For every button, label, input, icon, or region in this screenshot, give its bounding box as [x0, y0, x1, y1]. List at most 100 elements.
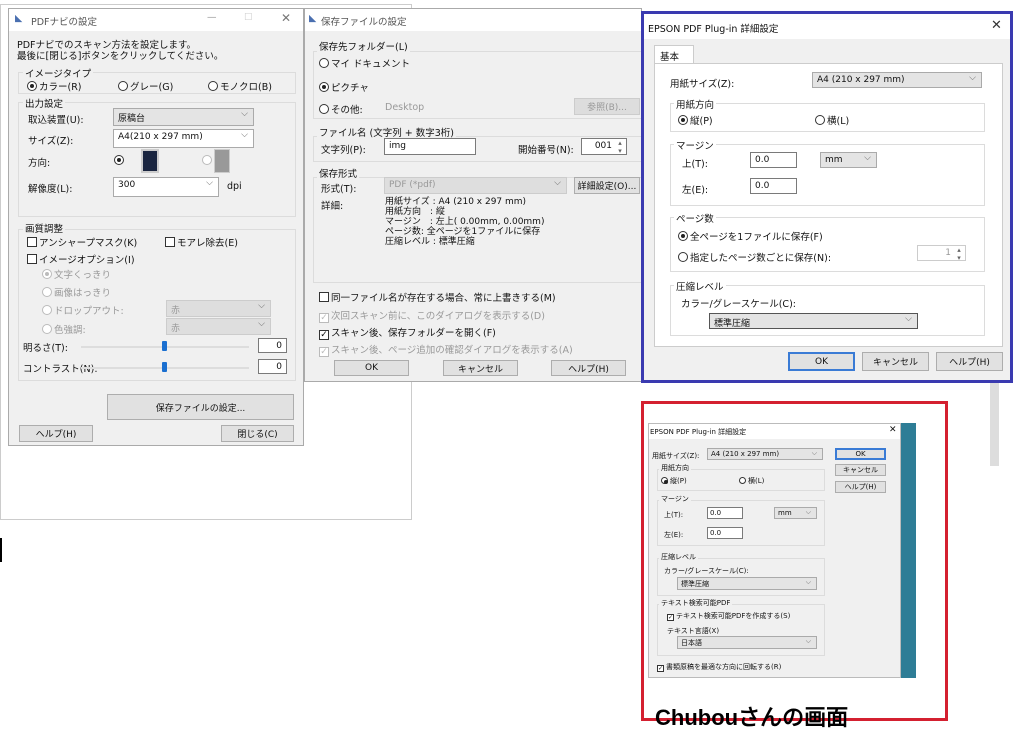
app-icon: ◣ [15, 13, 23, 24]
per-pages-stepper[interactable]: 1 [917, 245, 966, 262]
radio-dropout[interactable]: ドロップアウト: [42, 303, 124, 317]
radio-icon [42, 287, 52, 297]
unit-select[interactable]: mm [820, 152, 877, 168]
checkbox-icon [27, 254, 37, 264]
brightness-input[interactable]: 0 [258, 338, 287, 353]
save-file-settings-button[interactable]: 保存ファイルの設定... [107, 394, 294, 420]
size-select[interactable]: A4(210 x 297 mm) [113, 129, 254, 148]
left-margin-input[interactable]: 0.0 [750, 178, 797, 194]
close-icon[interactable]: ✕ [991, 18, 1002, 33]
radio-color[interactable]: カラー(R) [27, 79, 82, 93]
checkbox-image-option[interactable]: イメージオプション(I) [27, 252, 135, 266]
radio-landscape[interactable]: 横(L) [739, 476, 764, 486]
ok-button[interactable]: OK [334, 360, 409, 376]
cancel-button[interactable]: キャンセル [443, 360, 518, 376]
left-margin-input[interactable]: 0.0 [707, 527, 743, 539]
cancel-button[interactable]: キャンセル [862, 352, 929, 371]
top-label: 上(T): [664, 511, 684, 519]
enhance-color-select[interactable]: 赤 [166, 318, 271, 335]
radio-color-enhance[interactable]: 色強調: [42, 322, 86, 336]
radio-icon [678, 231, 688, 241]
chubou-plugin-dialog: EPSON PDF Plug-in 詳細設定 ✕ 用紙サイズ(Z): A4 (2… [648, 423, 901, 678]
checkbox-icon [27, 237, 37, 247]
radio-portrait[interactable]: 縦(P) [661, 476, 687, 486]
radio-image-sharp[interactable]: 画像はっきり [42, 285, 111, 299]
paper-select[interactable]: A4 (210 x 297 mm) [812, 72, 982, 88]
ok-button[interactable]: OK [788, 352, 855, 371]
title-bar: ◣ 保存ファイルの設定 [305, 9, 641, 31]
lang-label: テキスト言語(X) [667, 627, 720, 635]
dialog-title: 保存ファイルの設定 [321, 17, 407, 28]
checkbox-show-next[interactable]: ✓ 次回スキャン前に、このダイアログを表示する(D) [319, 308, 545, 323]
checkbox-unsharp[interactable]: アンシャープマスク(K) [27, 235, 137, 249]
tab-basic[interactable]: 基本 [654, 45, 694, 64]
prefix-label: 文字列(P): [321, 145, 366, 156]
detail-settings-button[interactable]: 詳細設定(O)... [574, 177, 640, 194]
radio-gray[interactable]: グレー(G) [118, 79, 173, 93]
lang-select[interactable]: 日本語 [677, 636, 817, 649]
radio-all-pages[interactable]: 全ページを1ファイルに保存(F) [678, 229, 823, 243]
start-number-stepper[interactable]: 001 [581, 138, 627, 155]
radio-my-documents[interactable]: マイ ドキュメント [319, 56, 410, 70]
help-button[interactable]: ヘルプ(H) [19, 425, 93, 442]
source-select[interactable]: 原稿台 [113, 108, 254, 126]
compress-select[interactable]: 標準圧縮 [709, 313, 918, 329]
dropout-color-select[interactable]: 赤 [166, 300, 271, 317]
close-icon[interactable]: ✕ [889, 425, 897, 435]
help-button[interactable]: ヘルプ(H) [835, 481, 886, 493]
checkbox-icon [319, 292, 329, 302]
label: 画像はっきり [54, 288, 112, 299]
radio-icon [678, 115, 688, 125]
radio-per-pages[interactable]: 指定したページ数ごとに保存(N): [678, 250, 831, 264]
help-button[interactable]: ヘルプ(H) [936, 352, 1003, 371]
prefix-input[interactable]: img [384, 138, 476, 155]
unit-select[interactable]: mm [774, 507, 817, 519]
radio-text-sharp[interactable]: 文字くっきり [42, 267, 111, 281]
paper-select[interactable]: A4 (210 x 297 mm) [707, 448, 823, 460]
brightness-label: 明るさ(T): [23, 343, 68, 354]
brightness-thumb[interactable] [162, 341, 167, 351]
cancel-button[interactable]: キャンセル [835, 464, 886, 476]
checkbox-ocr[interactable]: ✓ テキスト検索可能PDFを作成する(S) [667, 611, 790, 621]
label: 横(L) [748, 477, 765, 485]
radio-other[interactable]: その他: [319, 102, 363, 116]
radio-landscape[interactable]: 横(L) [815, 113, 849, 127]
color-label: カラー/グレースケール(C): [664, 567, 749, 575]
radio-icon [118, 81, 128, 91]
help-button[interactable]: ヘルプ(H) [551, 360, 626, 376]
minimize-icon[interactable]: — [207, 12, 217, 23]
radio-mono[interactable]: モノクロ(B) [208, 79, 272, 93]
radio-icon [739, 477, 746, 484]
scrollbar[interactable] [990, 382, 999, 466]
checkbox-rotate[interactable]: ✓ 書類原稿を最適な方向に回転する(R) [657, 662, 781, 672]
contrast-thumb[interactable] [162, 362, 167, 372]
compress-select[interactable]: 標準圧縮 [677, 577, 817, 590]
ok-button[interactable]: OK [835, 448, 886, 460]
tab-panel: 用紙サイズ(Z): A4 (210 x 297 mm) 用紙方向 縦(P) 横(… [654, 63, 1003, 347]
maximize-icon[interactable]: ☐ [244, 12, 253, 23]
dialog-title: PDFナビの設定 [31, 17, 98, 28]
label: スキャン後、保存フォルダーを開く(F) [331, 328, 496, 339]
close-button[interactable]: 閉じる(C) [221, 425, 294, 442]
checkbox-overwrite[interactable]: 同一ファイル名が存在する場合、常に上書きする(M) [319, 290, 556, 304]
resolution-select[interactable]: 300 [113, 177, 219, 197]
browse-button[interactable]: 参照(B)... [574, 98, 640, 115]
radio-portrait[interactable] [114, 155, 124, 165]
close-icon[interactable]: ✕ [281, 11, 291, 25]
group-label: ファイル名 (文字列 + 数字3桁) [317, 125, 456, 139]
radio-portrait[interactable]: 縦(P) [678, 113, 713, 127]
radio-icon [42, 324, 52, 334]
format-select[interactable]: PDF (*pdf) [384, 177, 567, 194]
top-margin-input[interactable]: 0.0 [750, 152, 797, 168]
checkbox-confirm-add[interactable]: ✓ スキャン後、ページ追加の確認ダイアログを表示する(A) [319, 342, 573, 357]
label: ドロップアウト: [54, 306, 124, 317]
radio-landscape[interactable] [202, 155, 213, 165]
top-margin-input[interactable]: 0.0 [707, 507, 743, 519]
checkbox-icon: ✓ [319, 330, 329, 340]
radio-pictures[interactable]: ピクチャ [319, 80, 369, 94]
checkbox-moire[interactable]: モアレ除去(E) [165, 235, 238, 249]
background-window [900, 423, 916, 678]
checkbox-open-folder[interactable]: ✓ スキャン後、保存フォルダーを開く(F) [319, 325, 496, 340]
pdfnavi-dialog: ◣ PDFナビの設定 — ☐ ✕ PDFナビでのスキャン方法を設定します。 最後… [8, 8, 304, 446]
contrast-input[interactable]: 0 [258, 359, 287, 374]
